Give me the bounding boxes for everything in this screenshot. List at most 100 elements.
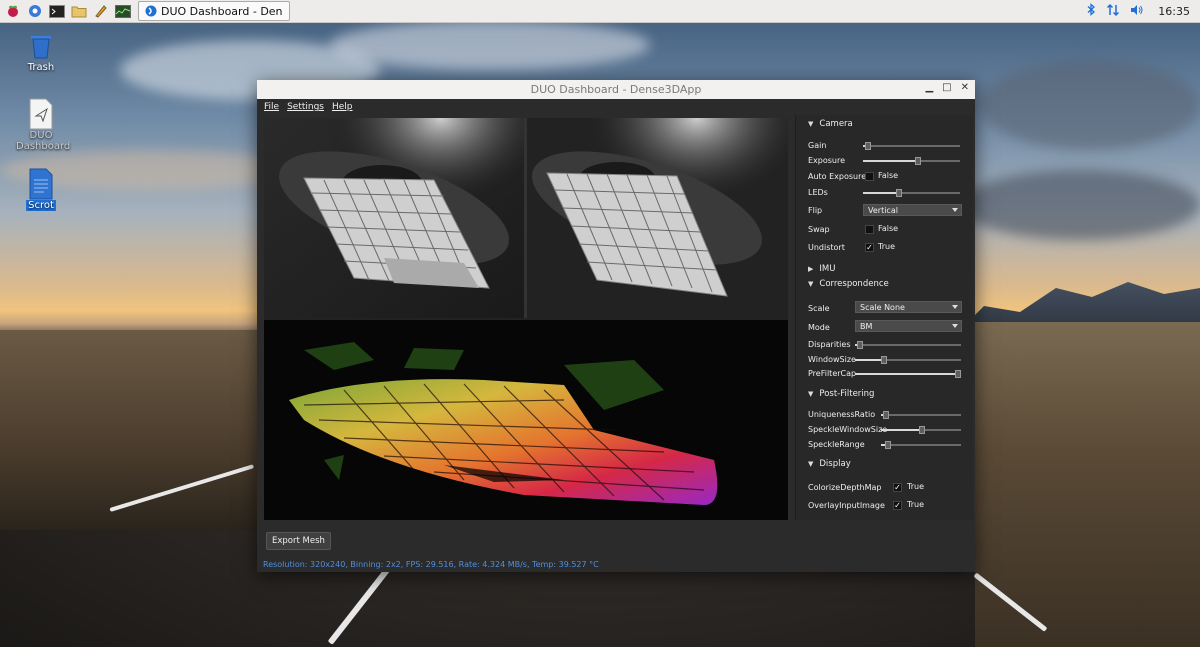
menu-help[interactable]: Help — [332, 102, 353, 112]
menu-bar: File Settings Help — [257, 99, 975, 115]
exposure-label: Exposure — [808, 155, 846, 165]
disparities-slider[interactable] — [855, 341, 961, 349]
uniqueness-ratio-slider-handle[interactable] — [883, 411, 889, 419]
desktop-icon-label: Scrot — [26, 200, 56, 211]
section-imu[interactable]: ▶ IMU — [808, 264, 835, 274]
exposure-slider-handle[interactable] — [915, 157, 921, 165]
raspberry-menu-icon[interactable] — [4, 2, 22, 20]
maximize-icon[interactable]: □ — [942, 82, 951, 93]
uniqueness-ratio-slider[interactable] — [881, 411, 961, 419]
swap-checkbox[interactable] — [865, 225, 874, 234]
expand-triangle-icon: ▼ — [808, 280, 814, 288]
speckle-window-size-slider[interactable] — [881, 426, 961, 434]
window-title: DUO Dashboard - Dense3DApp — [530, 83, 702, 96]
menu-settings[interactable]: Settings — [287, 102, 324, 112]
gain-slider[interactable] — [863, 142, 960, 150]
scale-label: Scale — [808, 303, 830, 313]
right-camera-image — [527, 118, 788, 318]
section-header: Post-Filtering — [819, 389, 875, 399]
auto-exposure-value: False — [878, 171, 899, 180]
window-titlebar[interactable]: DUO Dashboard - Dense3DApp ▁ □ ✕ — [257, 80, 975, 99]
taskbar-window-duo[interactable]: DUO Dashboard - Den — [138, 1, 290, 21]
left-camera-image — [264, 118, 524, 318]
window-size-slider-fill — [855, 359, 884, 361]
overlay-input-image-checkbox[interactable]: ✓ — [893, 501, 902, 510]
section-header: Correspondence — [819, 279, 889, 289]
section-display[interactable]: ▼ Display — [808, 459, 851, 469]
speckle-window-size-slider-fill — [881, 429, 922, 431]
swap-label: Swap — [808, 224, 830, 234]
document-icon — [26, 168, 56, 200]
mode-select[interactable]: BM — [855, 320, 962, 332]
flip-select[interactable]: Vertical — [863, 204, 962, 216]
menu-file[interactable]: File — [264, 102, 279, 112]
minimize-icon[interactable]: ▁ — [925, 82, 933, 93]
depth-map-image — [264, 320, 788, 520]
colorize-depth-map-checkbox[interactable]: ✓ — [893, 483, 902, 492]
mode-select-value: BM — [860, 321, 873, 331]
prefilter-cap-slider-handle[interactable] — [955, 370, 961, 378]
network-icon[interactable] — [1106, 3, 1120, 20]
undistort-checkbox[interactable]: ✓ — [865, 243, 874, 252]
duo-dashboard-window: DUO Dashboard - Dense3DApp ▁ □ ✕ File Se… — [257, 80, 975, 572]
desktop-icon-duo-dashboard[interactable]: DUO Dashboard — [16, 98, 71, 152]
window-size-slider[interactable] — [855, 356, 961, 364]
row-colorize-depth-map: ColorizeDepthMap — [808, 481, 963, 493]
overlay-input-image-label: OverlayInputImage — [808, 500, 885, 510]
row-overlay-input-image: OverlayInputImage — [808, 499, 963, 511]
gain-slider-handle[interactable] — [865, 142, 871, 150]
expand-triangle-icon: ▼ — [808, 120, 814, 128]
close-icon[interactable]: ✕ — [961, 82, 969, 93]
leds-slider-handle[interactable] — [896, 189, 902, 197]
scale-select[interactable]: Scale None — [855, 301, 962, 313]
window-size-slider-handle[interactable] — [881, 356, 887, 364]
export-mesh-button[interactable]: Export Mesh — [266, 532, 331, 550]
image-viewport[interactable] — [264, 118, 788, 520]
prefilter-cap-slider-fill — [855, 373, 958, 375]
prefilter-cap-slider[interactable] — [855, 370, 961, 378]
flip-label: Flip — [808, 205, 823, 215]
launcher-file-icon — [26, 98, 56, 130]
section-correspondence[interactable]: ▼ Correspondence — [808, 279, 889, 289]
bluetooth-icon[interactable] — [1086, 3, 1096, 19]
volume-icon[interactable] — [1130, 4, 1144, 19]
duo-app-icon — [145, 5, 157, 17]
taskbar: DUO Dashboard - Den 16:35 — [0, 0, 1200, 23]
desktop-icon-scrot[interactable]: Scrot — [16, 168, 66, 211]
clock[interactable]: 16:35 — [1158, 5, 1190, 18]
window-size-label: WindowSize — [808, 354, 856, 364]
browser-icon[interactable] — [26, 2, 44, 20]
leds-label: LEDs — [808, 187, 828, 197]
chevron-down-icon — [952, 305, 958, 309]
exposure-slider-fill — [863, 160, 918, 162]
gain-label: Gain — [808, 140, 827, 150]
text-editor-icon[interactable] — [92, 2, 110, 20]
chevron-down-icon — [952, 208, 958, 212]
disparities-label: Disparities — [808, 339, 851, 349]
mode-label: Mode — [808, 322, 830, 332]
leds-slider[interactable] — [863, 189, 960, 197]
speckle-window-size-slider-handle[interactable] — [919, 426, 925, 434]
file-manager-icon[interactable] — [70, 2, 88, 20]
terminal-icon[interactable] — [48, 2, 66, 20]
expand-triangle-icon: ▼ — [808, 390, 814, 398]
system-monitor-icon[interactable] — [114, 2, 132, 20]
leds-slider-fill — [863, 192, 899, 194]
section-post-filtering[interactable]: ▼ Post-Filtering — [808, 389, 874, 399]
auto-exposure-checkbox[interactable] — [865, 172, 874, 181]
auto-exposure-label: Auto Exposure — [808, 171, 867, 181]
desktop-icon-trash[interactable]: Trash — [16, 30, 66, 73]
undistort-label: Undistort — [808, 242, 845, 252]
section-camera[interactable]: ▼ Camera — [808, 119, 853, 129]
desktop-icon-label: DUO Dashboard — [16, 130, 71, 152]
exposure-slider[interactable] — [863, 157, 960, 165]
scale-select-value: Scale None — [860, 302, 905, 312]
disparities-slider-handle[interactable] — [857, 341, 863, 349]
speckle-range-slider-handle[interactable] — [885, 441, 891, 449]
flip-select-value: Vertical — [868, 205, 898, 215]
prefilter-cap-label: PreFilterCap — [808, 368, 857, 378]
status-bar: Resolution: 320x240, Binning: 2x2, FPS: … — [263, 560, 599, 569]
section-header: IMU — [819, 264, 836, 274]
speckle-range-slider[interactable] — [881, 441, 961, 449]
speckle-window-size-label: SpeckleWindowSize — [808, 424, 888, 434]
